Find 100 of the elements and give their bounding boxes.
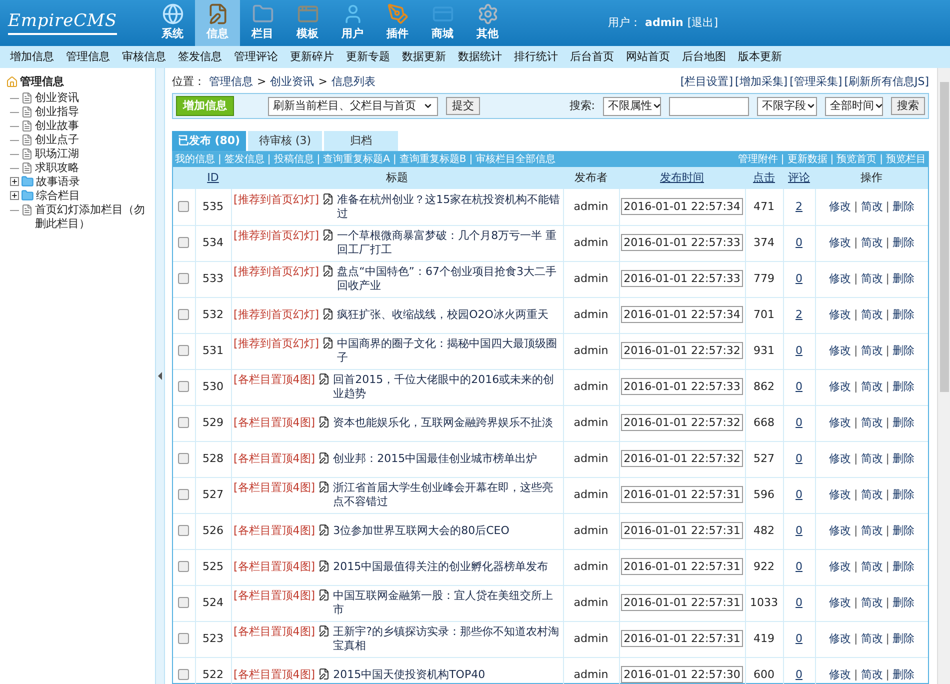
field-select[interactable]: 不限字段	[757, 96, 817, 116]
column-sort-link[interactable]: 发布时间	[660, 170, 704, 184]
tree-item[interactable]: 创业点子	[35, 132, 155, 146]
action-link[interactable]: 删除	[892, 668, 914, 681]
edit-icon[interactable]	[318, 589, 330, 601]
refresh-select[interactable]: 刷新当前栏目、父栏目与首页	[268, 96, 438, 116]
action-link[interactable]: 修改	[829, 272, 852, 285]
status-tab[interactable]: 待审核 (3)	[248, 131, 322, 151]
title-link[interactable]: 盘点“中国特色”：67个创业项目抢食3大二手回收产业	[337, 265, 560, 293]
row-checkbox[interactable]	[178, 237, 190, 248]
comments-link[interactable]: 0	[796, 560, 802, 573]
logout-link[interactable]: [退出]	[687, 14, 718, 32]
action-link[interactable]: 简改	[860, 524, 883, 537]
action-link[interactable]: 修改	[829, 308, 852, 321]
time-field[interactable]: 2016-01-01 22:57:33	[620, 378, 744, 396]
action-link[interactable]: 简改	[860, 416, 883, 429]
title-link[interactable]: 3位参加世界互联网大会的80后CEO	[333, 524, 560, 538]
action-link[interactable]: 简改	[860, 668, 883, 681]
edit-icon[interactable]	[318, 481, 330, 493]
action-link[interactable]: 简改	[860, 200, 883, 212]
menu-link[interactable]: 增加信息	[10, 48, 54, 66]
action-link[interactable]: 删除	[892, 524, 914, 537]
tag-link[interactable]: [推荐到首页幻灯]	[234, 337, 320, 351]
row-checkbox[interactable]	[178, 453, 190, 464]
top-link[interactable]: [刷新所有信息JS]	[844, 74, 929, 90]
action-link[interactable]: 修改	[829, 524, 852, 537]
action-link[interactable]: 删除	[892, 380, 914, 393]
tag-link[interactable]: [各栏目置顶4图]	[234, 668, 316, 682]
tag-link[interactable]: [各栏目置顶4图]	[234, 589, 316, 603]
action-link[interactable]: 修改	[829, 380, 852, 393]
scrollbar-thumb[interactable]	[940, 82, 948, 392]
search-button[interactable]: 搜索	[891, 97, 925, 115]
edit-icon[interactable]	[322, 192, 334, 205]
comments-link[interactable]: 0	[796, 380, 802, 393]
tree-item[interactable]: 创业资讯	[35, 90, 155, 104]
edit-icon[interactable]	[318, 373, 330, 385]
menu-link[interactable]: 审核信息	[122, 48, 166, 66]
breadcrumb-link[interactable]: 创业资讯	[270, 74, 314, 90]
time-select[interactable]: 全部时间	[825, 96, 883, 116]
search-field[interactable]	[669, 96, 749, 116]
comments-link[interactable]: 0	[796, 632, 802, 645]
action-link[interactable]: 删除	[892, 308, 914, 321]
row-checkbox[interactable]	[178, 597, 190, 608]
menu-link[interactable]: 后台地图	[682, 48, 726, 66]
comments-link[interactable]: 2	[796, 308, 802, 321]
comments-link[interactable]: 0	[796, 596, 802, 609]
action-link[interactable]: 删除	[892, 560, 914, 573]
time-field[interactable]: 2016-01-01 22:57:31	[620, 594, 744, 612]
menu-link[interactable]: 数据统计	[458, 48, 502, 66]
title-link[interactable]: 中国互联网金融第一股：宜人贷在美纽交所上市	[333, 589, 560, 617]
collapse-sidebar-icon[interactable]	[158, 372, 162, 380]
time-field[interactable]: 2016-01-01 22:57:31	[620, 630, 744, 648]
action-link[interactable]: 删除	[892, 344, 914, 357]
row-checkbox[interactable]	[178, 381, 190, 392]
comments-link[interactable]: 0	[796, 452, 802, 465]
status-tab[interactable]: 归档	[324, 131, 398, 151]
title-link[interactable]: 疯狂扩张、收缩战线，校园O2O冰火两重天	[337, 308, 560, 322]
action-link[interactable]: 修改	[829, 632, 852, 645]
tree-item[interactable]: 创业指导	[35, 104, 155, 118]
time-field[interactable]: 2016-01-01 22:57:32	[620, 450, 744, 468]
nav-tab[interactable]: 插件	[375, 0, 420, 46]
title-link[interactable]: 回首2015，千位大佬眼中的2016或未来的创业趋势	[333, 373, 560, 401]
expand-toggle-icon[interactable]	[10, 190, 19, 200]
tag-link[interactable]: [各栏目置顶4图]	[234, 452, 316, 466]
edit-icon[interactable]	[322, 337, 334, 349]
tree-item[interactable]: 故事语录	[36, 174, 155, 188]
comments-link[interactable]: 0	[796, 488, 802, 501]
action-link[interactable]: 简改	[860, 380, 883, 393]
tree-item[interactable]: 求职攻略	[35, 160, 155, 174]
title-link[interactable]: 浙江省首届大学生创业峰会开幕在即，这些亮点不容错过	[333, 481, 560, 509]
tag-link[interactable]: [推荐到首页幻灯]	[234, 265, 320, 279]
action-link[interactable]: 删除	[892, 596, 914, 609]
action-link[interactable]: 修改	[829, 200, 852, 212]
action-link[interactable]: 简改	[860, 560, 883, 573]
row-checkbox[interactable]	[178, 345, 190, 356]
edit-icon[interactable]	[318, 560, 330, 572]
breadcrumb-link[interactable]: 信息列表	[331, 74, 376, 90]
action-link[interactable]: 简改	[860, 488, 883, 501]
time-field[interactable]: 2016-01-01 22:57:32	[620, 342, 744, 360]
menu-link[interactable]: 后台首页	[570, 48, 614, 66]
edit-icon[interactable]	[322, 229, 334, 241]
action-link[interactable]: 删除	[892, 488, 914, 501]
menu-link[interactable]: 版本更新	[738, 48, 782, 66]
edit-icon[interactable]	[322, 265, 334, 277]
edit-icon[interactable]	[322, 308, 334, 320]
tree-item[interactable]: 综合栏目	[36, 188, 155, 202]
time-field[interactable]: 2016-01-01 22:57:31	[620, 522, 744, 540]
title-link[interactable]: 中国商界的圈子文化：揭秘中国四大最顶级圈子	[337, 337, 560, 365]
action-link[interactable]: 简改	[860, 308, 883, 321]
time-field[interactable]: 2016-01-01 22:57:31	[620, 486, 744, 504]
action-link[interactable]: 删除	[892, 272, 914, 285]
action-link[interactable]: 修改	[829, 596, 852, 609]
action-link[interactable]: 简改	[860, 632, 883, 645]
action-link[interactable]: 修改	[829, 668, 852, 681]
row-checkbox[interactable]	[178, 489, 190, 500]
attribute-select[interactable]: 不限属性	[603, 96, 661, 116]
column-sort-link[interactable]: 评论	[788, 170, 810, 184]
action-link[interactable]: 简改	[860, 452, 883, 465]
menu-link[interactable]: 签发信息	[178, 48, 222, 66]
comments-link[interactable]: 2	[796, 200, 802, 212]
